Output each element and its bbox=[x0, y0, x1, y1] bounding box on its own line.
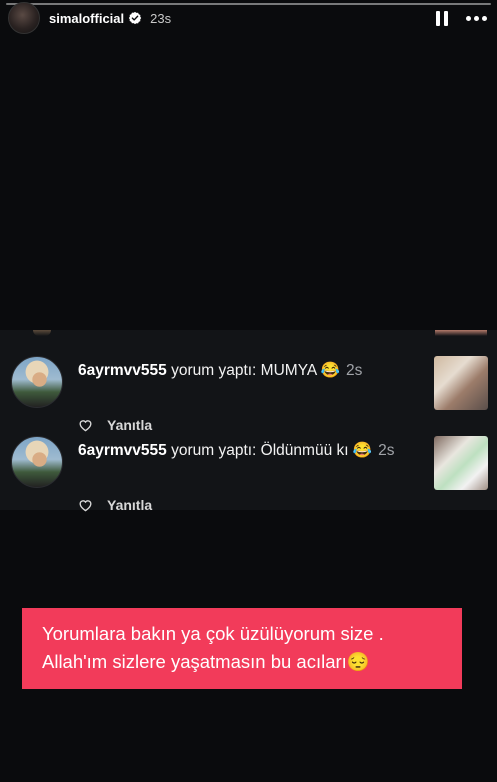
verified-badge-icon bbox=[129, 11, 142, 25]
reply-button[interactable]: Yanıtla bbox=[107, 497, 152, 513]
pause-icon[interactable] bbox=[436, 10, 448, 26]
comment-row: 6ayrmvv555 yorum yaptı: Öldünmüü kı 😂 2s … bbox=[0, 436, 497, 516]
story-timestamp: 23s bbox=[150, 10, 172, 26]
comment-time: 2s bbox=[345, 362, 363, 379]
username[interactable]: simalofficial bbox=[49, 11, 124, 26]
reply-action[interactable]: Yanıtla bbox=[78, 417, 152, 433]
heart-outline-icon[interactable] bbox=[78, 418, 93, 432]
commenter-avatar[interactable] bbox=[11, 436, 63, 488]
caption-line-1: Yorumlara bakın ya çok üzülüyorum size . bbox=[42, 623, 384, 644]
reply-action[interactable]: Yanıtla bbox=[78, 497, 152, 513]
cutoff-avatar bbox=[33, 330, 51, 336]
commenter-username[interactable]: 6ayrmvv555 bbox=[78, 442, 167, 459]
story-caption: Yorumlara bakın ya çok üzülüyorum size .… bbox=[22, 608, 462, 689]
comment-body: yorum yaptı: Öldünmüü kı 😂 bbox=[166, 442, 373, 459]
commenter-avatar[interactable] bbox=[11, 356, 63, 408]
more-horizontal-icon[interactable] bbox=[466, 15, 487, 21]
comment-row: 6ayrmvv555 yorum yaptı: MUMYA 😂 2s Yanıtl… bbox=[0, 356, 497, 436]
avatar[interactable] bbox=[8, 2, 40, 34]
post-thumbnail[interactable] bbox=[434, 436, 488, 490]
comment-text: 6ayrmvv555 yorum yaptı: Öldünmüü kı 😂 2s bbox=[78, 440, 418, 461]
caption-line-2: Allah'ım sizlere yaşatmasın bu acıları😔 bbox=[42, 651, 370, 672]
post-thumbnail[interactable] bbox=[434, 356, 488, 410]
cutoff-thumbnail bbox=[435, 330, 487, 336]
comment-text: 6ayrmvv555 yorum yaptı: MUMYA 😂 2s bbox=[78, 360, 418, 381]
comment-time: 2s bbox=[378, 442, 395, 459]
comment-notifications-panel: 6ayrmvv555 yorum yaptı: MUMYA 😂 2s Yanıtl… bbox=[0, 330, 497, 513]
heart-outline-icon[interactable] bbox=[78, 498, 93, 512]
commenter-username[interactable]: 6ayrmvv555 bbox=[78, 362, 167, 379]
story-header: simalofficial 23s bbox=[8, 2, 487, 34]
comment-body: yorum yaptı: MUMYA 😂 bbox=[166, 362, 340, 379]
reply-button[interactable]: Yanıtla bbox=[107, 417, 152, 433]
